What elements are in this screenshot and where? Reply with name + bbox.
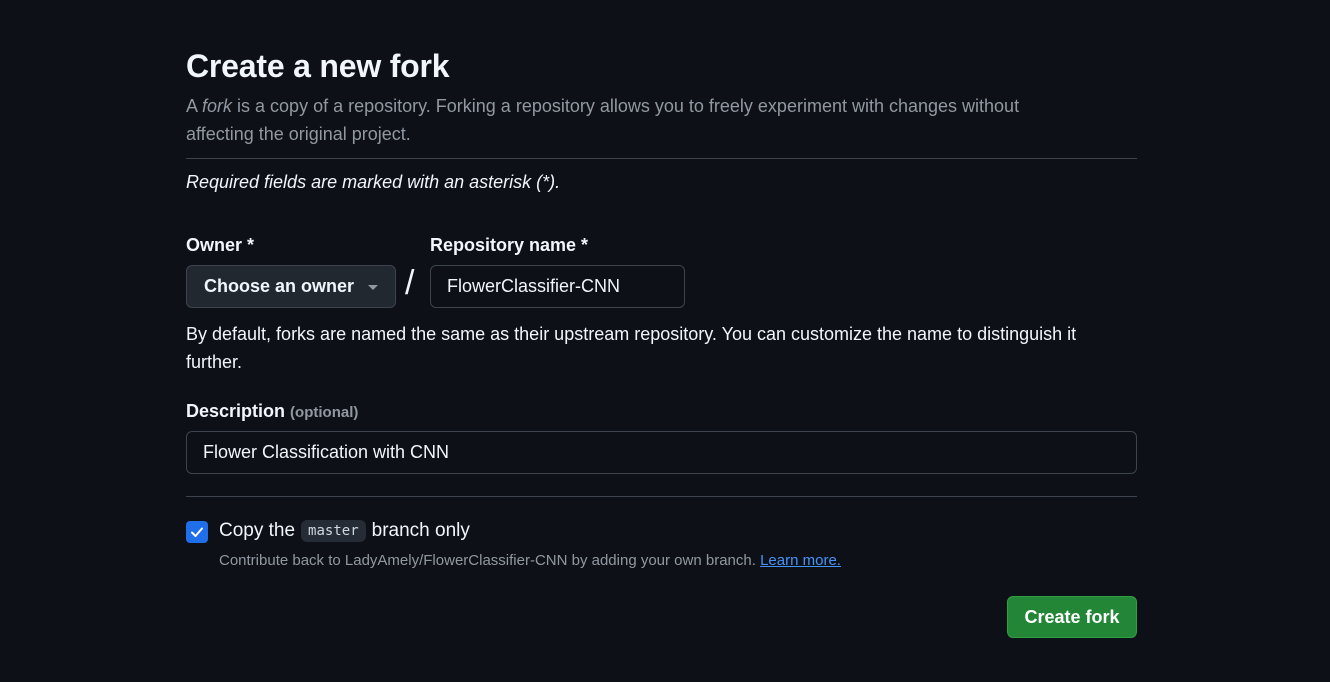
optional-hint: (optional)	[290, 404, 359, 421]
checkmark-icon	[191, 527, 203, 537]
divider	[186, 158, 1137, 159]
branch-name: master	[301, 520, 366, 542]
divider	[186, 496, 1137, 497]
copy-branch-checkbox[interactable]	[186, 521, 208, 543]
owner-label: Owner *	[186, 235, 255, 255]
required-note: Required fields are marked with an aster…	[186, 172, 561, 192]
owner-select-label: Choose an owner	[204, 276, 355, 296]
create-fork-button[interactable]: Create fork	[1007, 596, 1137, 638]
page-title: Create a new fork	[186, 48, 450, 84]
copy-branch-help: Contribute back to LadyAmely/FlowerClass…	[219, 552, 841, 569]
fork-term: fork	[202, 96, 233, 116]
repository-name-help: By default, forks are named the same as …	[186, 324, 1077, 372]
repository-name-label: Repository name *	[430, 235, 589, 255]
copy-branch-label[interactable]: Copy the master branch only	[219, 520, 470, 542]
owner-select-button[interactable]: Choose an owner	[186, 265, 396, 308]
description-label: Description (optional)	[186, 401, 359, 421]
repository-name-input[interactable]	[430, 265, 685, 308]
owner-repo-separator: /	[405, 264, 415, 302]
description-input[interactable]	[186, 431, 1137, 474]
page-subtitle: A fork is a copy of a repository. Forkin…	[186, 96, 1020, 144]
learn-more-link[interactable]: Learn more.	[760, 552, 841, 569]
caret-down-icon	[368, 285, 378, 290]
